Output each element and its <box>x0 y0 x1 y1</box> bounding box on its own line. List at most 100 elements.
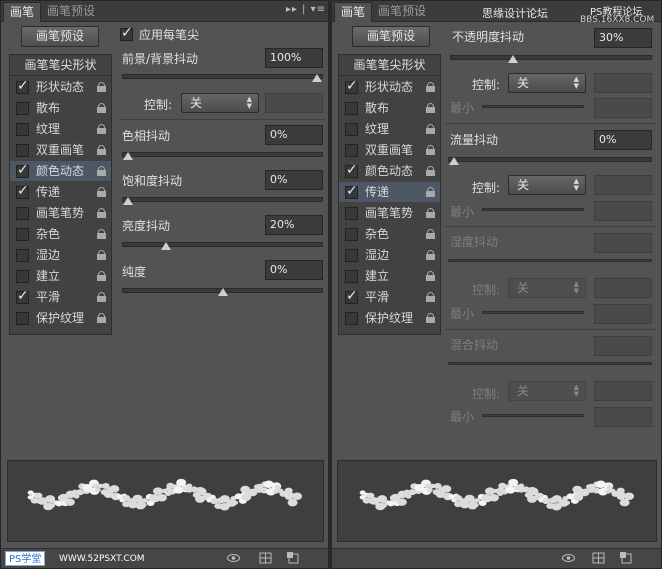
minimum-value[interactable] <box>594 201 652 221</box>
sidebar-item[interactable]: 纹理 <box>339 119 440 139</box>
sidebar-item-checkbox[interactable]: ✓ <box>345 78 358 94</box>
sidebar-item[interactable]: ✓ 平滑 <box>10 287 111 307</box>
lock-icon[interactable] <box>426 103 435 113</box>
sidebar-item[interactable]: 纹理 <box>10 119 111 139</box>
sidebar-item[interactable]: ✓ 颜色动态 <box>10 161 111 181</box>
sidebar-item[interactable]: 建立 <box>10 266 111 286</box>
sidebar-item-checkbox[interactable] <box>16 207 29 220</box>
hue-jitter-slider[interactable] <box>122 152 323 160</box>
brush-tip-shape-item[interactable]: 画笔笔尖形状 <box>10 56 111 76</box>
sidebar-item-checkbox[interactable] <box>16 123 29 136</box>
control-select[interactable]: 关 ▲ ▼ <box>508 278 586 298</box>
lock-icon[interactable] <box>97 292 106 302</box>
minimum-slider[interactable] <box>482 311 584 314</box>
slider-thumb[interactable] <box>161 242 171 250</box>
sidebar-item[interactable]: 杂色 <box>339 224 440 244</box>
lock-icon[interactable] <box>97 271 106 281</box>
mix-jitter-value[interactable] <box>594 336 652 356</box>
opacity-jitter-slider[interactable] <box>450 55 652 63</box>
sidebar-item-checkbox[interactable] <box>16 228 29 241</box>
sidebar-item-checkbox[interactable] <box>16 102 29 115</box>
slider-thumb[interactable] <box>123 197 133 205</box>
lock-icon[interactable] <box>426 124 435 134</box>
sidebar-item-checkbox[interactable]: ✓ <box>16 183 29 199</box>
sidebar-item[interactable]: ✓ 平滑 <box>339 287 440 307</box>
sidebar-item-checkbox[interactable] <box>345 249 358 262</box>
tab-brush-presets[interactable]: 画笔预设 <box>41 2 101 22</box>
slider-thumb[interactable] <box>218 288 228 296</box>
sidebar-item-checkbox[interactable] <box>345 207 358 220</box>
sidebar-item-checkbox[interactable] <box>16 249 29 262</box>
sidebar-item-checkbox[interactable]: ✓ <box>345 288 358 304</box>
sidebar-item[interactable]: 画笔笔势 <box>339 203 440 223</box>
lock-icon[interactable] <box>97 187 106 197</box>
sidebar-item-checkbox[interactable] <box>345 228 358 241</box>
sidebar-item-checkbox[interactable]: ✓ <box>345 162 358 178</box>
eye-toggle-icon[interactable] <box>562 552 575 564</box>
sidebar-item[interactable]: 双重画笔 <box>10 140 111 160</box>
sidebar-item[interactable]: ✓ 颜色动态 <box>339 161 440 181</box>
control-select[interactable]: 关 ▲ ▼ <box>508 73 586 93</box>
sidebar-item-checkbox[interactable]: ✓ <box>16 162 29 178</box>
minimum-slider[interactable] <box>482 208 584 211</box>
wetness-jitter-slider[interactable] <box>448 259 652 262</box>
sidebar-item[interactable]: 湿边 <box>10 245 111 265</box>
purity-slider[interactable] <box>122 288 323 296</box>
sidebar-item[interactable]: 散布 <box>339 98 440 118</box>
sidebar-item[interactable]: ✓ 传递 <box>339 182 440 202</box>
brightness-jitter-slider[interactable] <box>122 242 323 250</box>
sidebar-item-checkbox[interactable]: ✓ <box>16 288 29 304</box>
lock-icon[interactable] <box>426 250 435 260</box>
sidebar-item-checkbox[interactable] <box>16 312 29 325</box>
lock-icon[interactable] <box>97 229 106 239</box>
control-select[interactable]: 关 ▲ ▼ <box>508 381 586 401</box>
slider-thumb[interactable] <box>123 152 133 160</box>
lock-icon[interactable] <box>426 271 435 281</box>
control-select[interactable]: 关 ▲ ▼ <box>181 93 259 113</box>
lock-icon[interactable] <box>97 145 106 155</box>
fg-bg-jitter-slider[interactable] <box>122 74 323 82</box>
sidebar-item[interactable]: 画笔笔势 <box>10 203 111 223</box>
brush-tip-shape-item[interactable]: 画笔笔尖形状 <box>339 56 440 76</box>
lock-icon[interactable] <box>426 208 435 218</box>
sidebar-item[interactable]: 保护纹理 <box>339 308 440 328</box>
sidebar-item[interactable]: ✓ 形状动态 <box>10 77 111 97</box>
sidebar-item[interactable]: ✓ 传递 <box>10 182 111 202</box>
sidebar-item-checkbox[interactable] <box>345 102 358 115</box>
saturation-jitter-slider[interactable] <box>122 197 323 205</box>
purity-value[interactable]: 0% <box>265 260 323 280</box>
lock-icon[interactable] <box>97 103 106 113</box>
lock-icon[interactable] <box>426 82 435 92</box>
sidebar-item[interactable]: 湿边 <box>339 245 440 265</box>
flow-jitter-slider[interactable] <box>448 157 652 165</box>
lock-icon[interactable] <box>426 187 435 197</box>
sidebar-item-checkbox[interactable] <box>16 270 29 283</box>
lock-icon[interactable] <box>97 208 106 218</box>
lock-icon[interactable] <box>97 82 106 92</box>
flow-jitter-value[interactable]: 0% <box>594 130 652 150</box>
tab-brush[interactable]: 画笔 <box>334 2 373 22</box>
sidebar-item-checkbox[interactable] <box>16 144 29 157</box>
minimum-value[interactable] <box>594 98 652 118</box>
slider-thumb[interactable] <box>508 55 518 63</box>
minimum-value[interactable] <box>594 304 652 324</box>
minimum-slider[interactable] <box>482 414 584 417</box>
fg-bg-jitter-value[interactable]: 100% <box>265 48 323 68</box>
panel-menu-icon[interactable]: ▸▸ | ▾≡ <box>286 4 326 15</box>
sidebar-item[interactable]: 散布 <box>10 98 111 118</box>
tab-brush[interactable]: 画笔 <box>3 2 42 22</box>
grid-icon[interactable] <box>259 552 272 564</box>
apply-per-tip-checkbox[interactable]: ✓ <box>120 25 133 41</box>
grid-icon[interactable] <box>592 552 605 564</box>
lock-icon[interactable] <box>97 166 106 176</box>
sidebar-item-checkbox[interactable] <box>345 270 358 283</box>
lock-icon[interactable] <box>97 250 106 260</box>
new-brush-icon[interactable] <box>620 552 633 564</box>
sidebar-item-checkbox[interactable] <box>345 312 358 325</box>
slider-thumb[interactable] <box>449 157 459 165</box>
lock-icon[interactable] <box>426 229 435 239</box>
control-select[interactable]: 关 ▲ ▼ <box>508 175 586 195</box>
sidebar-item[interactable]: ✓ 形状动态 <box>339 77 440 97</box>
lock-icon[interactable] <box>426 166 435 176</box>
lock-icon[interactable] <box>426 313 435 323</box>
